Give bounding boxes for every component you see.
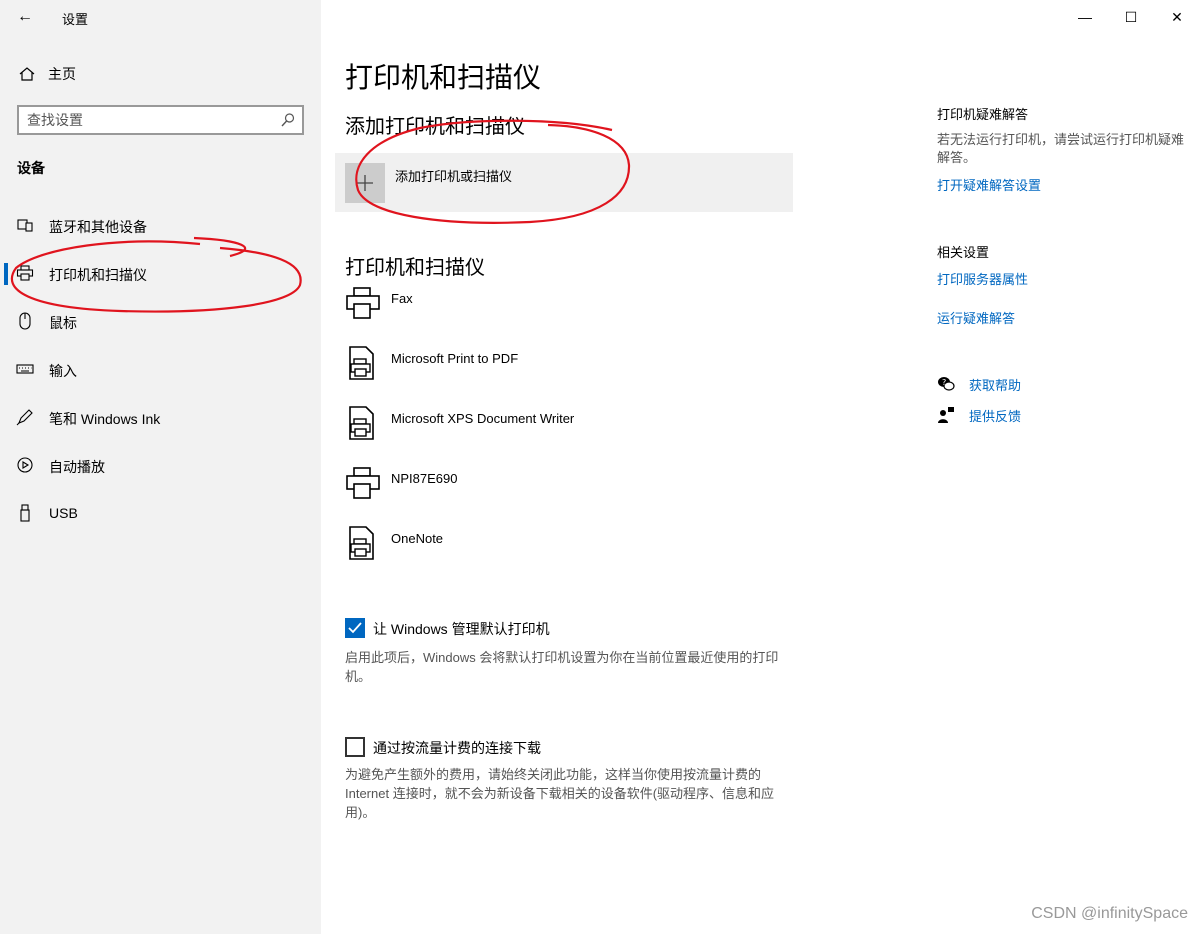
mouse-icon xyxy=(15,312,35,330)
home-icon xyxy=(16,65,38,83)
maximize-button[interactable]: ☐ xyxy=(1108,4,1154,30)
pen-icon xyxy=(15,408,35,426)
maximize-icon: ☐ xyxy=(1124,8,1138,25)
default-printer-label[interactable]: 让 Windows 管理默认打印机 xyxy=(373,619,550,639)
svg-text:?: ? xyxy=(942,378,946,387)
sidebar-item-bluetooth[interactable]: 蓝牙和其他设备 xyxy=(0,205,321,245)
search-icon[interactable] xyxy=(280,112,296,128)
sidebar-item-typing[interactable]: 输入 xyxy=(0,349,321,389)
sidebar-item-label: 输入 xyxy=(49,363,77,379)
printer-icon xyxy=(15,264,35,282)
troubleshoot-text: 若无法运行打印机，请尝试运行打印机疑难解答。 xyxy=(937,132,1185,165)
close-icon: ✕ xyxy=(1171,8,1183,25)
sidebar-item-label: USB xyxy=(49,505,78,521)
autoplay-icon xyxy=(15,456,35,474)
add-printer-label: 添加打印机或扫描仪 xyxy=(395,169,513,184)
device-label: OneNote xyxy=(391,531,444,546)
add-printer-button[interactable]: 添加打印机或扫描仪 xyxy=(335,153,793,212)
add-section-title: 添加打印机和扫描仪 xyxy=(345,116,525,138)
open-troubleshoot-link[interactable]: 打开疑难解答设置 xyxy=(937,175,1041,194)
help-chat-icon: ? xyxy=(937,375,955,393)
search-box[interactable] xyxy=(17,105,304,135)
sidebar-item-label: 鼠标 xyxy=(49,315,77,331)
device-item-print-to-pdf[interactable]: Microsoft Print to PDF xyxy=(345,345,785,391)
get-help-label: 获取帮助 xyxy=(969,378,1022,393)
sidebar-item-label: 蓝牙和其他设备 xyxy=(49,219,147,235)
device-item-xps-writer[interactable]: Microsoft XPS Document Writer xyxy=(345,405,785,451)
sidebar-item-label: 打印机和扫描仪 xyxy=(49,267,147,283)
devices-section-title: 打印机和扫描仪 xyxy=(345,257,485,279)
metered-download-description: 为避免产生额外的费用，请始终关闭此功能，这样当你使用按流量计费的 Interne… xyxy=(345,767,775,820)
device-item-npi87e690[interactable]: NPI87E690 xyxy=(345,465,785,511)
sidebar-item-pen[interactable]: 笔和 Windows Ink xyxy=(0,397,321,437)
selected-indicator xyxy=(4,263,8,285)
sidebar-item-usb[interactable]: USB xyxy=(0,493,321,533)
home-link[interactable]: 主页 xyxy=(16,63,76,85)
home-label: 主页 xyxy=(48,66,76,82)
checkmark-icon xyxy=(348,622,362,634)
printer-icon xyxy=(345,465,381,501)
device-item-onenote[interactable]: OneNote xyxy=(345,525,785,571)
bluetooth-devices-icon xyxy=(15,216,35,234)
sidebar-item-printers[interactable]: 打印机和扫描仪 xyxy=(0,253,321,293)
give-feedback-label: 提供反馈 xyxy=(969,409,1022,424)
search-input[interactable] xyxy=(27,111,267,129)
sidebar: ← 设置 主页 设备 蓝牙和其他设备 打印机和扫描仪 鼠标 xyxy=(0,0,321,934)
minimize-icon: — xyxy=(1078,9,1092,25)
troubleshoot-title: 打印机疑难解答 xyxy=(937,107,1029,122)
back-button[interactable]: ← xyxy=(12,6,38,28)
document-printer-icon xyxy=(345,525,381,561)
default-printer-description: 启用此项后，Windows 会将默认打印机设置为你在当前位置最近使用的打印机。 xyxy=(345,650,779,684)
default-printer-checkbox[interactable] xyxy=(345,618,365,638)
metered-download-checkbox[interactable] xyxy=(345,737,365,757)
sidebar-item-label: 笔和 Windows Ink xyxy=(49,411,161,427)
sidebar-item-autoplay[interactable]: 自动播放 xyxy=(0,445,321,485)
device-label: Fax xyxy=(391,291,413,306)
window-title: 设置 xyxy=(62,12,89,27)
device-label: Microsoft XPS Document Writer xyxy=(391,411,575,426)
usb-icon xyxy=(15,504,35,522)
document-printer-icon xyxy=(345,345,381,381)
document-printer-icon xyxy=(345,405,381,441)
page-title: 打印机和扫描仪 xyxy=(345,62,542,93)
sidebar-item-label: 自动播放 xyxy=(49,459,105,475)
keyboard-icon xyxy=(15,360,35,378)
close-button[interactable]: ✕ xyxy=(1154,4,1200,30)
related-settings-title: 相关设置 xyxy=(937,245,990,260)
section-label-devices: 设备 xyxy=(17,160,45,176)
print-server-properties-link[interactable]: 打印服务器属性 xyxy=(937,269,1028,288)
metered-download-label[interactable]: 通过按流量计费的连接下载 xyxy=(373,738,541,758)
sidebar-item-mouse[interactable]: 鼠标 xyxy=(0,301,321,341)
minimize-button[interactable]: — xyxy=(1062,4,1108,30)
watermark: CSDN @infinitySpace xyxy=(1031,905,1188,922)
device-label: Microsoft Print to PDF xyxy=(391,351,519,366)
printer-icon xyxy=(345,285,381,321)
device-item-fax[interactable]: Fax xyxy=(345,285,785,331)
run-troubleshooter-link[interactable]: 运行疑难解答 xyxy=(937,308,1015,327)
feedback-icon xyxy=(937,406,955,424)
device-label: NPI87E690 xyxy=(391,471,458,486)
plus-icon xyxy=(345,163,385,203)
